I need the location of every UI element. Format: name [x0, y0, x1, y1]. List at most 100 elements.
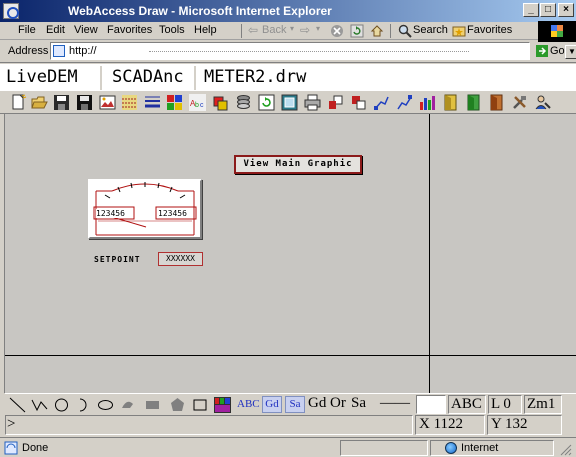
send-backward-icon[interactable] [350, 94, 367, 111]
back-button[interactable]: Back [262, 24, 286, 36]
address-dropdown-icon[interactable]: ▼ [565, 45, 576, 59]
grid-lines-icon[interactable] [121, 94, 138, 111]
status-text: Done [22, 442, 49, 454]
polygon-tool-icon[interactable] [168, 396, 187, 414]
new-file-icon[interactable] [10, 94, 27, 111]
go-arrow-icon[interactable] [536, 45, 548, 57]
fill-icon[interactable] [212, 94, 229, 111]
main-toolbar: Abc [0, 92, 576, 114]
bitmap-tool-icon[interactable] [213, 396, 232, 414]
y-coordinate: Y 132 [487, 415, 562, 435]
search-button[interactable]: Search [413, 24, 448, 36]
status-bar: Done Internet [0, 437, 576, 457]
save-icon[interactable] [53, 94, 70, 111]
x-coordinate: X 1122 [415, 415, 485, 435]
menu-bar: File Edit View Favorites Tools Help ⇦ Ba… [0, 22, 576, 40]
sa-blue-tool[interactable]: Sa [285, 396, 305, 413]
sa-tool[interactable]: Sa [351, 395, 366, 412]
drawing-canvas[interactable]: View Main Graphic 123456 123456 SETPOINT… [5, 114, 429, 355]
meter-widget[interactable]: 123456 123456 [88, 179, 202, 239]
go-button[interactable]: Go [550, 45, 565, 57]
nav-separator [390, 24, 391, 38]
windows-logo-icon [538, 21, 576, 42]
refresh-icon[interactable] [350, 24, 364, 38]
meter-left-readout: 123456 [96, 209, 125, 218]
polyline-tool-icon[interactable] [30, 396, 49, 414]
fill-color-swatch[interactable] [416, 395, 446, 414]
favorites-folder-icon[interactable] [452, 24, 466, 38]
or-tool[interactable]: Or [330, 395, 346, 412]
bar-chart-icon[interactable] [419, 94, 436, 111]
ellipse-tool-icon[interactable] [96, 396, 115, 414]
favorites-button[interactable]: Favorites [467, 24, 512, 36]
image-icon[interactable] [99, 94, 116, 111]
color-palette-icon[interactable] [166, 94, 183, 111]
resize-grip-icon[interactable] [560, 444, 572, 456]
zoom-indicator[interactable]: Zm1 [524, 395, 562, 414]
gd-tool[interactable]: Gd [308, 395, 326, 412]
arc-tool-icon[interactable] [74, 396, 93, 414]
door-icon[interactable] [465, 94, 482, 111]
bottom-panel [5, 356, 576, 393]
align-left-icon[interactable] [373, 94, 390, 111]
setpoint-value-field[interactable]: XXXXXX [158, 252, 203, 266]
menu-separator [241, 24, 242, 38]
address-input[interactable]: http:// ▼ [50, 42, 576, 60]
save-all-icon[interactable] [76, 94, 93, 111]
line-width-icon[interactable] [144, 94, 161, 111]
bottom-divider [429, 356, 430, 393]
address-url[interactable]: http:// [69, 45, 97, 57]
line-tool-icon[interactable] [8, 396, 27, 414]
zone-panel: Internet [430, 440, 554, 456]
back-dropdown-icon[interactable]: ▾ [290, 24, 294, 33]
view-main-graphic-button[interactable]: View Main Graphic [234, 155, 362, 174]
maximize-button[interactable]: □ [540, 3, 556, 17]
snapshot-icon[interactable] [281, 94, 298, 111]
back-arrow-icon[interactable]: ⇦ [248, 23, 258, 37]
filled-rect-tool-icon[interactable] [143, 396, 162, 414]
tab-meter2[interactable]: METER2.drw [200, 66, 340, 90]
tab-livedem[interactable]: LiveDEM [2, 66, 102, 90]
open-folder-icon[interactable] [31, 94, 48, 111]
rectangle-tool-icon[interactable] [191, 396, 210, 414]
line-style-selector[interactable]: —— [374, 395, 414, 414]
address-url-redacted [149, 51, 469, 52]
circle-tool-icon[interactable] [52, 396, 71, 414]
user-settings-icon[interactable] [534, 94, 551, 111]
menu-view[interactable]: View [74, 24, 98, 36]
command-input[interactable]: > [5, 415, 413, 435]
forward-dropdown-icon[interactable]: ▾ [316, 24, 320, 33]
forward-arrow-icon[interactable]: ⇨ [300, 23, 310, 37]
meter-right-readout: 123456 [158, 209, 187, 218]
svg-text:c: c [200, 102, 204, 109]
home-icon[interactable] [370, 24, 384, 38]
pie-tool-icon[interactable] [118, 396, 137, 414]
tools-icon[interactable] [511, 94, 528, 111]
trend-icon[interactable] [396, 94, 413, 111]
menu-help[interactable]: Help [194, 24, 217, 36]
menu-edit[interactable]: Edit [46, 24, 65, 36]
exit-door-icon[interactable] [488, 94, 505, 111]
close-button[interactable]: × [558, 3, 574, 17]
layers-icon[interactable] [235, 94, 252, 111]
print-icon[interactable] [304, 94, 321, 111]
refresh-drawing-icon[interactable] [258, 94, 275, 111]
search-icon[interactable] [398, 24, 412, 38]
minimize-button[interactable]: _ [523, 3, 539, 17]
door-open-icon[interactable] [442, 94, 459, 111]
gd-blue-tool[interactable]: Gd [262, 396, 282, 413]
bring-forward-icon[interactable] [327, 94, 344, 111]
title-bar: WebAccess Draw - Microsoft Internet Expl… [0, 0, 576, 22]
ie-icon[interactable] [3, 3, 19, 19]
setpoint-label: SETPOINT [94, 255, 141, 264]
menu-file[interactable]: File [18, 24, 36, 36]
tab-scadanc[interactable]: SCADAnc [108, 66, 196, 90]
layer-indicator[interactable]: L 0 [488, 395, 522, 414]
stop-icon[interactable] [330, 24, 344, 38]
text-style-box[interactable]: ABC [448, 395, 486, 414]
menu-tools[interactable]: Tools [159, 24, 185, 36]
text-abc-blue-tool[interactable]: ABC [237, 398, 260, 410]
text-font-icon[interactable]: Abc [189, 94, 206, 111]
svg-text:b: b [195, 102, 199, 109]
menu-favorites[interactable]: Favorites [107, 24, 152, 36]
